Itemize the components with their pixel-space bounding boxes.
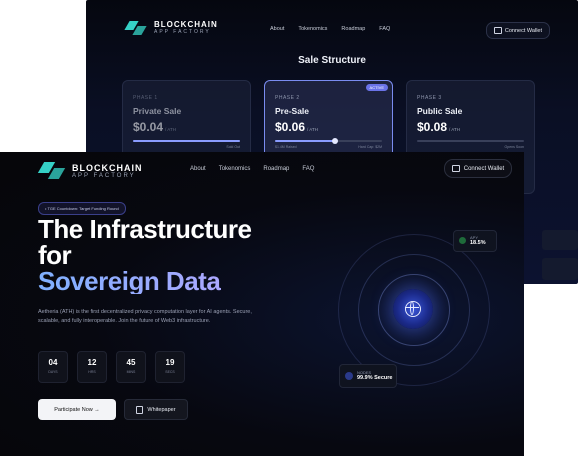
apy-stat-chip: APY 18.5% <box>453 230 497 252</box>
logo-icon <box>37 162 66 179</box>
nav-roadmap[interactable]: Roadmap <box>263 166 289 172</box>
progress-knob <box>331 138 338 144</box>
phase-price: $0.06/ ATH <box>275 120 318 134</box>
nav-roadmap[interactable]: Roadmap <box>341 26 365 32</box>
front-screenshot: BLOCKCHAIN APP FACTORY About Tokenomics … <box>0 152 524 456</box>
phase-label: PHASE 2 <box>275 95 300 101</box>
document-icon <box>136 405 144 414</box>
nodes-value: 99.9% Secure <box>357 375 393 381</box>
phase-progress-track <box>133 140 240 142</box>
back-stat-tile <box>542 258 578 280</box>
status-dot-icon <box>459 237 466 244</box>
connect-wallet-label: Connect Wallet <box>504 27 542 34</box>
wallet-icon <box>493 27 502 34</box>
phase-label: PHASE 1 <box>133 95 158 101</box>
wallet-icon <box>451 165 460 172</box>
countdown: 04 DAYS 12 HRS 45 MINS 19 SECS <box>38 351 185 383</box>
nodes-stat-chip: NODES 99.9% Secure <box>339 364 397 388</box>
section-title: Sale Structure <box>298 55 366 66</box>
network-core <box>393 289 433 329</box>
brand-line2: APP FACTORY <box>72 172 136 179</box>
nav-about[interactable]: About <box>190 166 206 172</box>
logo-icon <box>124 20 148 35</box>
countdown-minutes: 45 MINS <box>116 351 146 383</box>
whitepaper-button[interactable]: Whitepaper <box>124 399 188 420</box>
nav-faq[interactable]: FAQ <box>379 26 390 32</box>
headline-line1: The Infrastructure <box>38 214 252 244</box>
nav-faq[interactable]: FAQ <box>302 166 314 172</box>
connect-wallet-label: Connect Wallet <box>463 165 505 172</box>
countdown-seconds: 19 SECS <box>155 351 185 383</box>
active-badge: ACTIVE <box>365 84 388 91</box>
whitepaper-label: Whitepaper <box>147 406 176 413</box>
phase-foot: $1.4M Raised Hard Cap: $2M <box>275 145 382 149</box>
phase-price: $0.04/ ATH <box>133 120 176 134</box>
phase-foot: Sold Out <box>226 145 240 149</box>
countdown-hours: 12 HRS <box>77 351 107 383</box>
phase-foot: Opens Soon <box>504 145 524 149</box>
nav-tokenomics[interactable]: Tokenomics <box>298 26 327 32</box>
participate-now-button[interactable]: Participate Now → <box>38 399 116 420</box>
back-navbar: BLOCKCHAIN APP FACTORY About Tokenomics … <box>86 0 578 58</box>
shield-icon <box>345 372 353 380</box>
globe-icon <box>405 301 421 317</box>
phase-name: Pre-Sale <box>275 106 310 116</box>
headline-line3: Sovereign Data <box>38 268 252 294</box>
phase-name: Public Sale <box>417 106 463 116</box>
connect-wallet-button[interactable]: Connect Wallet <box>444 159 512 178</box>
phase-name: Private Sale <box>133 106 182 116</box>
hero-description: Aetheria (ATH) is the first decentralize… <box>38 309 252 324</box>
front-nav-menu: About Tokenomics Roadmap FAQ <box>190 166 314 172</box>
back-connect-wallet-button[interactable]: Connect Wallet <box>485 22 550 39</box>
headline-line2: for <box>38 240 72 270</box>
back-stat-tile <box>542 230 578 250</box>
phase-progress-track <box>275 138 382 144</box>
back-nav-menu: About Tokenomics Roadmap FAQ <box>270 26 390 32</box>
phase-label: PHASE 3 <box>417 95 442 101</box>
phase-progress-track <box>417 140 524 142</box>
brand-line2: APP FACTORY <box>154 29 211 35</box>
brand-line1: BLOCKCHAIN <box>72 162 143 173</box>
nav-tokenomics[interactable]: Tokenomics <box>219 166 251 172</box>
front-logo[interactable]: BLOCKCHAIN APP FACTORY <box>37 162 143 179</box>
countdown-days: 04 DAYS <box>38 351 68 383</box>
phase-price: $0.08/ ATH <box>417 120 460 134</box>
hero-headline: The Infrastructure for Sovereign Data <box>38 216 252 294</box>
back-logo[interactable]: BLOCKCHAIN APP FACTORY <box>124 20 218 35</box>
apy-value: 18.5% <box>470 240 486 246</box>
brand-line1: BLOCKCHAIN <box>154 20 218 29</box>
nav-about[interactable]: About <box>270 26 284 32</box>
